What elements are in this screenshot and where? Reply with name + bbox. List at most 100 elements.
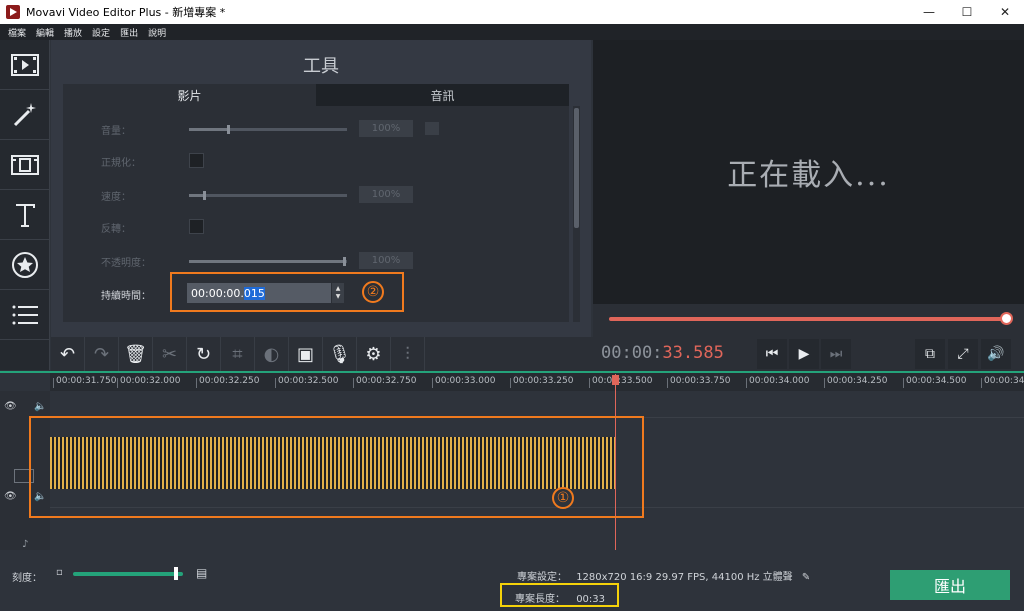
- ruler-tick: 00:00:34.7: [980, 376, 1024, 388]
- crop-button[interactable]: ⌗: [221, 337, 255, 371]
- tools-scrollbar[interactable]: [573, 106, 580, 322]
- timecode-seconds: 33.585: [662, 343, 724, 363]
- close-button[interactable]: ✕: [986, 0, 1024, 24]
- titles-text-icon: [16, 203, 35, 227]
- menu-bar: 檔案 編輯 播放 設定 匯出 說明: [0, 24, 1024, 40]
- speed-slider-knob[interactable]: [203, 191, 206, 200]
- video-preview: 正在載入...: [593, 40, 1024, 304]
- eye-icon[interactable]: 👁: [4, 401, 17, 412]
- clip-settings-button[interactable]: ⚙: [357, 337, 391, 371]
- zoom-out-icon[interactable]: ▫: [56, 567, 63, 578]
- skip-forward-icon: ⏭: [829, 346, 843, 362]
- volume-value[interactable]: 100%: [359, 120, 413, 137]
- loading-text: 正在載入...: [727, 158, 890, 193]
- volume-button[interactable]: 🔊: [981, 339, 1011, 369]
- ruler-tick: 00:00:34.000: [745, 376, 810, 388]
- more-tools-list-icon: [12, 305, 38, 324]
- volume-row: 音量： 100%: [63, 118, 569, 140]
- volume-slider-knob[interactable]: [227, 125, 230, 134]
- ruler-tick: 00:00:32.000: [116, 376, 181, 388]
- project-settings-value: 1280x720 16:9 29.97 FPS, 44100 Hz 立體聲: [576, 572, 793, 583]
- equalizer-button[interactable]: ⫶: [391, 337, 425, 371]
- zoom-in-icon[interactable]: ▤: [196, 566, 207, 580]
- menu-file[interactable]: 檔案: [8, 26, 26, 39]
- sidebar-filters-button[interactable]: [0, 90, 50, 140]
- pencil-icon[interactable]: ✎: [802, 572, 810, 583]
- playback-progress-knob[interactable]: [1000, 312, 1013, 325]
- playhead-handle[interactable]: [612, 375, 619, 385]
- microphone-icon: 🎙: [328, 343, 351, 365]
- undo-button[interactable]: ↶: [51, 337, 85, 371]
- ruler-tick: 00:00:33.500: [588, 376, 653, 388]
- record-audio-button[interactable]: 🎙: [323, 337, 357, 371]
- ruler-tick: 00:00:32.750: [352, 376, 417, 388]
- play-icon: ▶: [798, 346, 810, 362]
- redo-icon: ↷: [93, 343, 110, 365]
- sidebar-titles-button[interactable]: [0, 190, 50, 240]
- import-media-icon: [11, 53, 39, 76]
- opacity-label: 不透明度：: [101, 258, 151, 269]
- rotate-icon: ↻: [195, 343, 212, 365]
- tab-video[interactable]: 影片: [63, 84, 316, 106]
- split-button[interactable]: ✂: [153, 337, 187, 371]
- maximize-button[interactable]: ☐: [948, 0, 986, 24]
- player-controls: 00:00:33.585 ⏮ ▶ ⏭ ⧉ ⤢ 🔊: [593, 337, 1024, 371]
- tools-scrollbar-thumb[interactable]: [574, 108, 579, 228]
- reverse-row: 反轉：: [63, 216, 569, 238]
- skip-forward-button[interactable]: ⏭: [821, 339, 851, 369]
- project-settings[interactable]: 專案設定： 1280x720 16:9 29.97 FPS, 44100 Hz …: [517, 568, 810, 583]
- minimize-button[interactable]: —: [910, 0, 948, 24]
- fullscreen-button[interactable]: ⤢: [948, 339, 978, 369]
- detach-preview-button[interactable]: ⧉: [915, 339, 945, 369]
- track-volume-icon[interactable]: 🔈: [34, 401, 46, 412]
- zoom-slider[interactable]: [73, 572, 183, 576]
- menu-settings[interactable]: 設定: [92, 26, 110, 39]
- reverse-checkbox[interactable]: [189, 219, 204, 234]
- tab-audio[interactable]: 音訊: [316, 84, 569, 106]
- opacity-row: 不透明度： 100%: [63, 250, 569, 272]
- fullscreen-icon: ⤢: [957, 346, 969, 362]
- sidebar-stickers-button[interactable]: [0, 240, 50, 290]
- export-button[interactable]: 匯出: [890, 570, 1010, 600]
- menu-playback[interactable]: 播放: [64, 26, 82, 39]
- menu-edit[interactable]: 編輯: [36, 26, 54, 39]
- rotate-button[interactable]: ↻: [187, 337, 221, 371]
- stickers-star-icon: [12, 251, 38, 278]
- ruler-tick: 00:00:33.000: [431, 376, 496, 388]
- sidebar-transitions-button[interactable]: [0, 140, 50, 190]
- playback-progress-bar[interactable]: [609, 317, 1007, 321]
- color-adjust-icon: ◐: [263, 343, 280, 365]
- music-note-icon: ♪: [22, 539, 29, 550]
- sidebar-more-button[interactable]: [0, 290, 50, 340]
- redo-button[interactable]: ↷: [85, 337, 119, 371]
- menu-help[interactable]: 說明: [148, 26, 166, 39]
- sidebar-import-button[interactable]: [0, 40, 50, 90]
- normalize-checkbox[interactable]: [189, 153, 204, 168]
- color-adjust-button[interactable]: ◐: [255, 337, 289, 371]
- trash-icon: 🗑: [124, 343, 147, 365]
- left-sidebar: [0, 40, 50, 370]
- opacity-slider-knob[interactable]: [343, 257, 346, 266]
- speed-slider[interactable]: [189, 191, 347, 200]
- timeline-ruler[interactable]: 00:00:31.750 00:00:32.000 00:00:32.250 0…: [50, 373, 1024, 391]
- undo-icon: ↶: [59, 343, 76, 365]
- annotation-box-length: [500, 583, 619, 607]
- delete-button[interactable]: 🗑: [119, 337, 153, 371]
- timecode-prefix: 00:00:: [601, 343, 663, 363]
- ruler-tick: 00:00:33.250: [509, 376, 574, 388]
- ruler-tick: 00:00:32.250: [195, 376, 260, 388]
- playback-progress-area: [593, 304, 1024, 337]
- image-button[interactable]: ▣: [289, 337, 323, 371]
- opacity-value[interactable]: 100%: [359, 252, 413, 269]
- volume-slider[interactable]: [189, 125, 347, 134]
- menu-export[interactable]: 匯出: [120, 26, 138, 39]
- speed-value[interactable]: 100%: [359, 186, 413, 203]
- speaker-icon[interactable]: [425, 122, 439, 135]
- opacity-slider[interactable]: [189, 257, 347, 266]
- reverse-label: 反轉：: [101, 224, 131, 235]
- duration-label: 持續時間：: [101, 291, 151, 302]
- eye-icon[interactable]: 👁: [4, 491, 17, 502]
- zoom-slider-knob[interactable]: [174, 567, 178, 580]
- skip-back-button[interactable]: ⏮: [757, 339, 787, 369]
- play-button[interactable]: ▶: [789, 339, 819, 369]
